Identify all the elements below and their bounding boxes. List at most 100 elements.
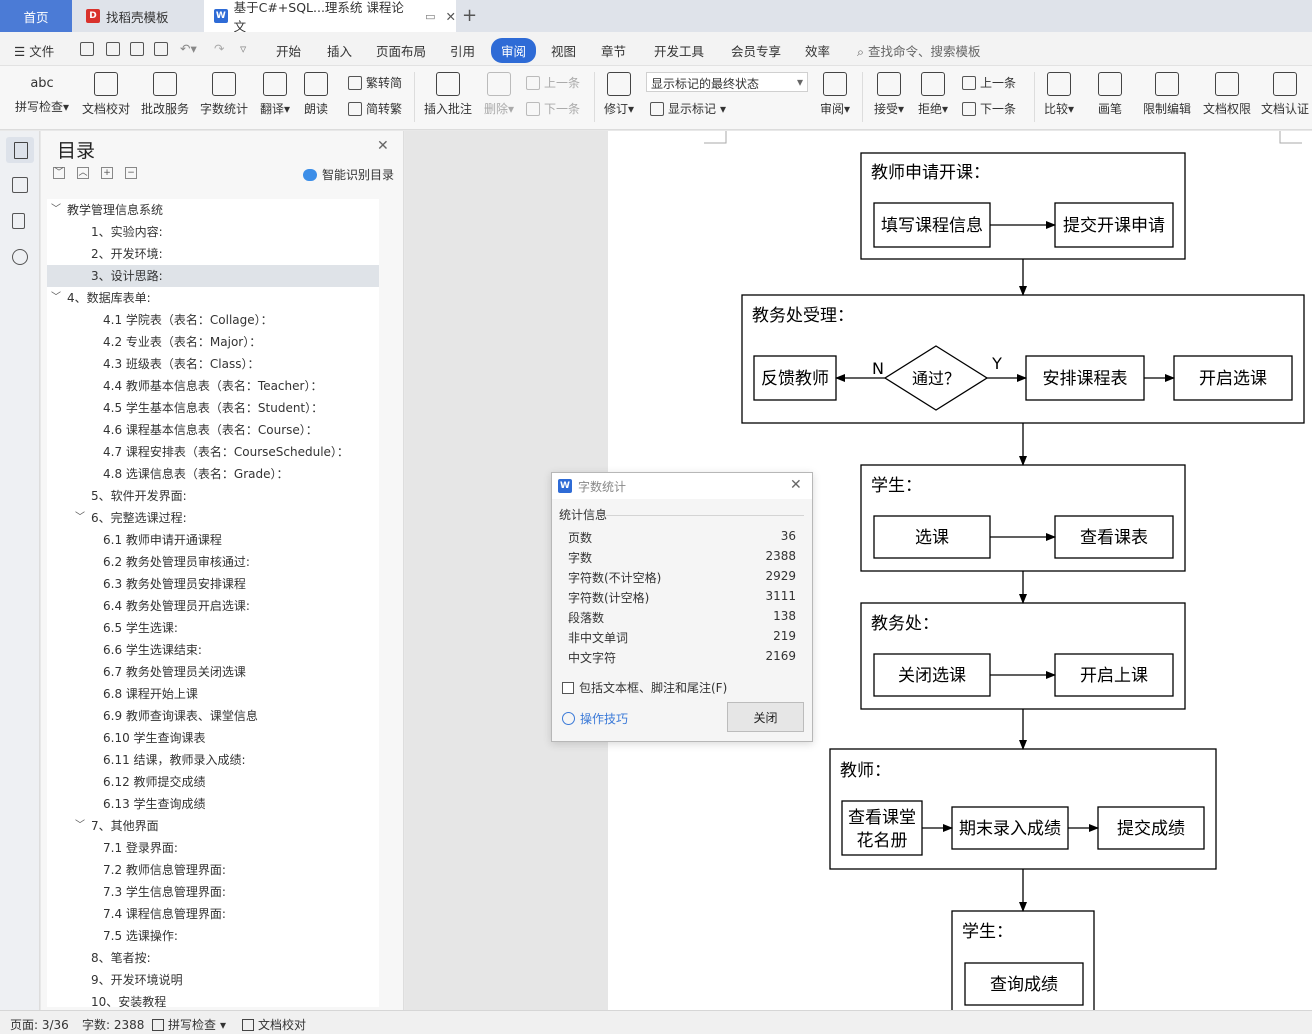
chevron-down-icon[interactable]: ﹀ xyxy=(51,199,61,221)
toc-item[interactable]: 1、实验内容: xyxy=(47,221,379,243)
toc-item[interactable]: 8、笔者按: xyxy=(47,947,379,969)
toc-item[interactable]: 7.5 选课操作: xyxy=(47,925,379,947)
expand-all-icon[interactable]: ︿ xyxy=(77,167,89,179)
tab-document[interactable]: W 基于C#+SQL...理系统 课程论文 ▭ ✕ xyxy=(204,0,456,34)
close-icon[interactable]: ✕ xyxy=(377,138,389,154)
command-search[interactable]: ⌕ 查找命令、搜索模板 xyxy=(857,41,981,60)
next-change-button[interactable]: 下一条 xyxy=(962,100,1016,117)
translate-button[interactable]: 翻译▾ xyxy=(256,70,294,117)
menu-member[interactable]: 会员专享 xyxy=(731,41,781,60)
toc-item[interactable]: 6.2 教务处管理员审核通过: xyxy=(47,551,379,573)
word-count-button[interactable]: 字数统计 xyxy=(198,70,250,117)
spell-check-button[interactable]: abc 拼写检查▾ xyxy=(12,70,72,115)
toc-item[interactable]: 7.1 登录界面: xyxy=(47,837,379,859)
toc-item[interactable]: ﹀ 7、其他界面 xyxy=(47,815,379,837)
review-pane-button[interactable]: 审阅▾ xyxy=(816,70,854,117)
tab-close-icon[interactable]: ✕ xyxy=(446,9,456,24)
toc-item[interactable]: 6.8 课程开始上课 xyxy=(47,683,379,705)
tips-link[interactable]: 操作技巧 xyxy=(562,710,628,727)
toc-item[interactable]: ﹀ 教学管理信息系统 xyxy=(47,199,379,221)
toc-item[interactable]: 6.13 学生查询成绩 xyxy=(47,793,379,815)
add-heading-icon[interactable]: + xyxy=(101,167,113,179)
next-comment-button[interactable]: 下一条 xyxy=(526,100,580,117)
menu-developer[interactable]: 开发工具 xyxy=(654,41,704,60)
menu-page-layout[interactable]: 页面布局 xyxy=(376,41,426,60)
proofread-status[interactable]: 文档校对 xyxy=(242,1016,306,1033)
document-auth-button[interactable]: 文档认证 xyxy=(1258,70,1312,117)
simp-to-trad-button[interactable]: 简转繁 xyxy=(348,100,402,117)
toc-item[interactable]: 4.1 学院表（表名：Collage）： xyxy=(47,309,379,331)
toc-item[interactable]: 9、开发环境说明 xyxy=(47,969,379,991)
proofread-button[interactable]: 文档校对 xyxy=(80,70,132,117)
toc-item[interactable]: 4.2 专业表（表名：Major）： xyxy=(47,331,379,353)
track-changes-button[interactable]: 修订▾ xyxy=(600,70,638,117)
menu-chapter[interactable]: 章节 xyxy=(601,41,626,60)
prev-comment-button[interactable]: 上一条 xyxy=(526,74,580,91)
toc-item[interactable]: 10、安装教程 xyxy=(47,991,379,1007)
toc-item[interactable]: 6.5 学生选课: xyxy=(47,617,379,639)
toc-item[interactable]: ﹀ 6、完整选课过程: xyxy=(47,507,379,529)
reject-button[interactable]: 拒绝▾ xyxy=(914,70,952,117)
toc-item[interactable]: 3、设计思路: xyxy=(47,265,379,287)
export-pdf-icon[interactable] xyxy=(106,42,120,56)
chevron-down-icon[interactable]: ﹀ xyxy=(75,815,85,837)
page-indicator[interactable]: 页面: 3/36 xyxy=(10,1016,69,1033)
save-icon[interactable] xyxy=(80,42,94,56)
toc-item[interactable]: 6.9 教师查询课表、课堂信息 xyxy=(47,705,379,727)
toc-item[interactable]: 6.3 教务处管理员安排课程 xyxy=(47,573,379,595)
accept-button[interactable]: 接受▾ xyxy=(870,70,908,117)
undo-icon[interactable]: ↶▾ xyxy=(180,41,197,56)
print-preview-icon[interactable] xyxy=(154,42,168,56)
word-count-indicator[interactable]: 字数: 2388 xyxy=(82,1016,144,1033)
compare-button[interactable]: 比较▾ xyxy=(1040,70,1078,117)
menu-home[interactable]: 开始 xyxy=(276,41,301,60)
smart-toc-button[interactable]: 智能识别目录 xyxy=(303,166,394,183)
menu-references[interactable]: 引用 xyxy=(450,41,475,60)
menu-insert[interactable]: 插入 xyxy=(327,41,352,60)
bookmark-icon[interactable] xyxy=(12,213,25,229)
chevron-down-icon[interactable]: ﹀ xyxy=(75,507,85,529)
customize-toolbar-icon[interactable]: ▿ xyxy=(240,41,246,56)
markup-display-select[interactable]: 显示标记的最终状态 ▾ xyxy=(646,72,808,92)
toc-item[interactable]: 6.1 教师申请开通课程 xyxy=(47,529,379,551)
revise-service-button[interactable]: 批改服务 xyxy=(139,70,191,117)
toc-item[interactable]: 7.3 学生信息管理界面: xyxy=(47,881,379,903)
toc-item[interactable]: 6.4 教务处管理员开启选课: xyxy=(47,595,379,617)
chevron-down-icon[interactable]: ﹀ xyxy=(51,287,61,309)
read-aloud-button[interactable]: 朗读 xyxy=(300,70,332,117)
toc-item[interactable]: 7.4 课程信息管理界面: xyxy=(47,903,379,925)
prev-change-button[interactable]: 上一条 xyxy=(962,74,1016,91)
toc-item[interactable]: 4.3 班级表（表名：Class）： xyxy=(47,353,379,375)
toc-item[interactable]: 2、开发环境: xyxy=(47,243,379,265)
toc-item[interactable]: 6.11 结课，教师录入成绩: xyxy=(47,749,379,771)
dialog-titlebar[interactable]: W 字数统计 xyxy=(552,473,812,499)
close-icon[interactable]: ✕ xyxy=(790,477,802,493)
tab-float-icon[interactable]: ▭ xyxy=(425,10,435,23)
toc-item[interactable]: ﹀ 4、数据库表单: xyxy=(47,287,379,309)
toc-item[interactable]: 4.8 选课信息表（表名：Grade）： xyxy=(47,463,379,485)
toc-item[interactable]: 5、软件开发界面: xyxy=(47,485,379,507)
insert-comment-button[interactable]: 插入批注 xyxy=(422,70,474,117)
close-button[interactable]: 关闭 xyxy=(727,702,804,732)
toc-item[interactable]: 4.7 课程安排表（表名：CourseSchedule）： xyxy=(47,441,379,463)
navigation-icon[interactable] xyxy=(12,177,28,193)
spell-check-status[interactable]: 拼写检查 ▾ xyxy=(152,1016,226,1033)
toc-item[interactable]: 4.6 课程基本信息表（表名：Course）： xyxy=(47,419,379,441)
delete-comment-button[interactable]: 删除▾ xyxy=(480,70,518,117)
new-tab-icon[interactable]: + xyxy=(462,5,477,26)
toc-item[interactable]: 6.7 教务处管理员关闭选课 xyxy=(47,661,379,683)
print-icon[interactable] xyxy=(130,42,144,56)
toc-item[interactable]: 6.6 学生选课结束: xyxy=(47,639,379,661)
redo-icon[interactable]: ↷ xyxy=(214,41,224,56)
toc-item[interactable]: 4.4 教师基本信息表（表名：Teacher）： xyxy=(47,375,379,397)
menu-review[interactable]: 审阅 xyxy=(491,38,537,63)
menu-view[interactable]: 视图 xyxy=(551,41,576,60)
show-markup-button[interactable]: 显示标记 ▾ xyxy=(650,100,726,117)
tab-home[interactable]: 首页 xyxy=(0,0,72,32)
trad-to-simp-button[interactable]: 繁转简 xyxy=(348,74,402,91)
document-rights-button[interactable]: 文档权限 xyxy=(1200,70,1254,117)
remove-heading-icon[interactable]: − xyxy=(125,167,137,179)
toc-item[interactable]: 7.2 教师信息管理界面: xyxy=(47,859,379,881)
file-menu[interactable]: ☰ 文件 xyxy=(14,41,54,60)
toc-item[interactable]: 6.10 学生查询课表 xyxy=(47,727,379,749)
